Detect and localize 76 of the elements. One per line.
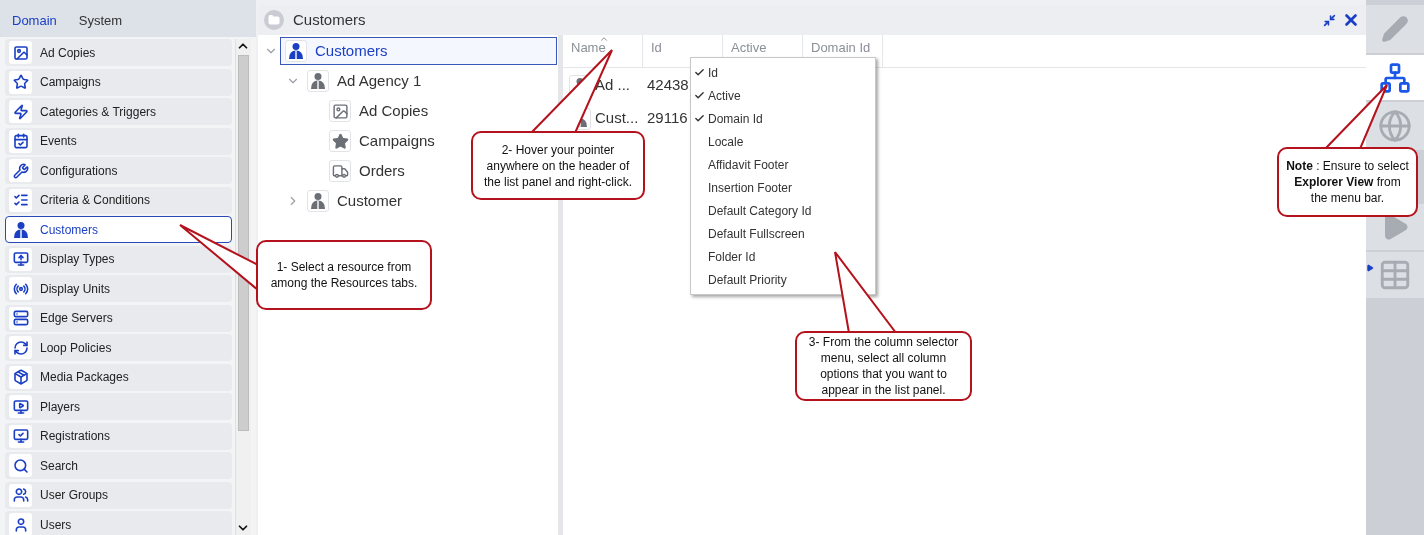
resource-tab[interactable]: Categories & Triggers — [5, 98, 232, 125]
person-icon — [11, 220, 30, 239]
person-icon — [287, 42, 305, 60]
menu-item[interactable]: Locale — [691, 130, 875, 153]
checklist-icon — [12, 192, 29, 208]
check-icon — [694, 67, 705, 78]
picture-icon — [12, 44, 29, 61]
resource-tab[interactable]: Loop Policies — [5, 334, 232, 361]
menu-item[interactable]: Insertion Footer — [691, 176, 875, 199]
menu-item[interactable]: Default Priority — [691, 268, 875, 291]
truck-icon — [331, 162, 349, 180]
resource-tab[interactable]: Display Types — [5, 245, 232, 273]
monitor-play-icon — [12, 398, 29, 415]
lightning-icon — [12, 103, 29, 120]
resource-tab[interactable]: Criteria & Conditions — [5, 186, 232, 214]
name-cell-text: Cust... — [595, 108, 639, 129]
star-icon — [331, 132, 349, 150]
monitor-check-icon — [12, 428, 29, 444]
menu-item[interactable]: Default Category Id — [691, 199, 875, 222]
folder-tree-icon — [1379, 61, 1411, 94]
picture-icon — [331, 102, 349, 120]
refresh-icon — [12, 339, 29, 356]
people-icon — [12, 487, 29, 503]
package-icon — [12, 369, 29, 385]
resource-tab[interactable]: Users — [5, 511, 232, 535]
check-icon — [694, 90, 705, 101]
tree-item[interactable]: Customer — [302, 187, 557, 215]
panel-title: Customers — [293, 9, 366, 30]
resource-tab[interactable]: Search — [5, 452, 232, 479]
wrench-icon — [12, 162, 29, 179]
resource-tab[interactable]: Players — [5, 393, 232, 420]
resource-tab[interactable]: Customers — [5, 216, 232, 243]
tree-item[interactable]: Ad Agency 1 — [302, 67, 557, 95]
close-icon[interactable] — [1342, 11, 1360, 29]
broadcast-icon — [12, 280, 29, 297]
tooltip-text: 1- Select a resource from among the Resources tabs. — [269, 259, 419, 291]
tree-item[interactable]: Ad Copies — [324, 97, 557, 125]
menu-item[interactable]: Folder Id — [691, 245, 875, 268]
pencil-icon — [1381, 15, 1409, 43]
monitor-icon — [12, 251, 29, 267]
resource-tab[interactable]: Registrations — [5, 422, 232, 450]
check-icon — [694, 113, 705, 124]
id-cell-text: 29116 — [646, 108, 688, 129]
tree-item[interactable]: Customers — [280, 37, 557, 65]
sidebar-tab[interactable]: Domain — [12, 11, 57, 31]
resource-tab[interactable]: User Groups — [5, 481, 232, 509]
tooltip-text: 2- Hover your pointer anywhere on the header of the list panel and right-click. — [482, 141, 634, 190]
menu-item[interactable]: Affidavit Footer — [691, 153, 875, 176]
resource-tab[interactable]: Edge Servers — [5, 304, 232, 332]
globe-icon — [1378, 109, 1412, 143]
expand-arrow-icon[interactable] — [1366, 264, 1374, 272]
server-icon — [12, 310, 29, 326]
resource-tab[interactable]: Ad Copies — [5, 39, 232, 66]
restore-icon[interactable] — [1323, 13, 1336, 27]
resource-tab[interactable]: Events — [5, 127, 232, 155]
id-cell-text: 42438 — [646, 75, 689, 96]
table-icon — [1378, 258, 1412, 292]
person-icon — [309, 192, 327, 210]
scrollbar[interactable] — [235, 39, 251, 535]
resource-tab[interactable]: Campaigns — [5, 68, 232, 96]
search-icon — [12, 457, 29, 474]
sidebar-tab[interactable]: System — [78, 11, 123, 31]
menu-item[interactable]: Active — [691, 84, 875, 107]
menu-item[interactable]: Default Fullscreen — [691, 222, 875, 245]
resource-tab[interactable]: Media Packages — [5, 363, 232, 391]
menu-item[interactable]: Domain Id — [691, 107, 875, 130]
tooltip-text: 3- From the column selector menu, select all column options that you want to appear in the list panel. — [807, 334, 960, 398]
sort-caret-icon — [599, 34, 609, 44]
folder-icon — [268, 14, 280, 26]
resource-tab[interactable]: Display Units — [5, 275, 232, 302]
person-icon — [309, 72, 327, 90]
resource-tab[interactable]: Configurations — [5, 157, 232, 184]
view-button[interactable] — [1366, 55, 1424, 100]
tooltip-text: Note : Ensure to select Explorer View from the menu bar. — [1285, 158, 1410, 206]
calendar-icon — [12, 133, 29, 149]
star-icon — [12, 74, 29, 90]
